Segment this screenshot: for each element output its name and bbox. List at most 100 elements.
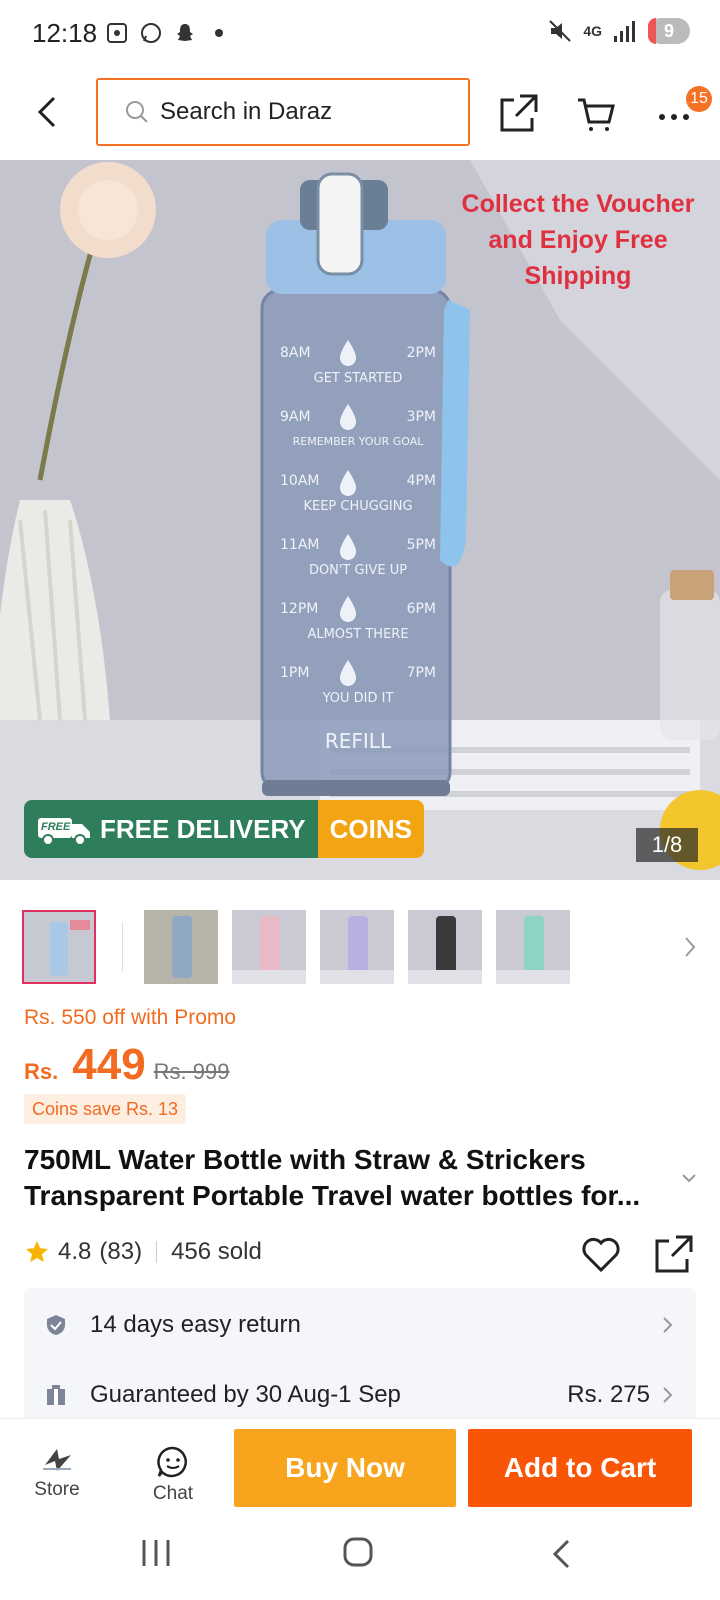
free-delivery-banner: FREE FREE DELIVERY COINS	[24, 800, 424, 858]
store-label: Store	[34, 1479, 80, 1500]
mark-left-time: 10AM	[280, 473, 320, 489]
product-title-line: Transparent Portable Travel water bottle…	[24, 1180, 641, 1211]
cart-button[interactable]	[576, 94, 616, 134]
voucher-line: and Enjoy Free	[488, 226, 668, 254]
mark-right-time: 7PM	[406, 665, 436, 681]
return-policy-label: 14 days easy return	[90, 1311, 301, 1338]
delivery-box-icon	[44, 1383, 68, 1407]
top-nav: Search in Daraz 15	[0, 66, 720, 158]
voucher-line: Collect the Voucher	[461, 190, 695, 218]
battery-level: 9	[663, 20, 674, 41]
coins-save-badge: Coins save Rs. 13	[24, 1094, 187, 1124]
wishlist-heart-button[interactable]	[580, 1234, 622, 1274]
bottle-mark: 8AM 2PM GET STARTED	[280, 345, 436, 409]
image-page-indicator: 1/8	[636, 828, 698, 862]
thumbnail[interactable]	[408, 910, 482, 984]
mark-left-time: 1PM	[280, 665, 310, 681]
refill-label: REFILL	[324, 729, 392, 753]
chevron-right-icon[interactable]	[682, 932, 700, 962]
mark-right-time: 3PM	[406, 409, 436, 425]
mark-caption: ALMOST THERE	[307, 627, 409, 642]
status-right: 4G 9	[547, 18, 690, 44]
search-icon	[124, 99, 150, 125]
network-label: 4G	[583, 23, 602, 39]
mark-right-time: 4PM	[406, 473, 436, 489]
mark-right-time: 2PM	[406, 345, 436, 361]
chat-button[interactable]: Chat	[144, 1445, 202, 1515]
service-info-card: 14 days easy return Guaranteed by 30 Aug…	[24, 1288, 696, 1426]
signal-icon	[612, 18, 638, 44]
add-to-cart-button[interactable]: Add to Cart	[468, 1429, 692, 1507]
original-price: Rs. 999	[153, 1059, 230, 1084]
snapchat-icon	[172, 20, 198, 46]
divider	[156, 1241, 158, 1263]
delivery-fee: Rs. 275	[567, 1381, 650, 1408]
chevron-down-icon[interactable]	[680, 1170, 698, 1186]
thumbnail[interactable]	[144, 910, 218, 984]
voucher-line: Shipping	[524, 262, 632, 290]
coins-label: COINS	[317, 800, 424, 858]
thumbnail[interactable]	[22, 910, 96, 984]
bottle-mark: 9AM 3PM REMEMBER YOUR GOAL	[280, 409, 436, 473]
bottom-action-bar: Store Chat Buy Now Add to Cart	[0, 1418, 720, 1518]
thumbnail[interactable]	[496, 910, 570, 984]
chat-icon	[156, 1445, 190, 1479]
bottle-mark: 12PM 6PM ALMOST THERE	[280, 601, 436, 665]
chevron-right-icon	[662, 1385, 674, 1405]
mark-caption: GET STARTED	[313, 371, 403, 386]
price-row: Rs. 449 Rs. 999	[24, 1040, 230, 1090]
mark-right-time: 5PM	[406, 537, 436, 553]
buy-now-button[interactable]: Buy Now	[234, 1429, 456, 1507]
chevron-right-icon	[662, 1315, 674, 1335]
back-button[interactable]	[30, 92, 66, 132]
price-currency: Rs.	[24, 1059, 59, 1084]
shield-check-icon	[44, 1313, 68, 1337]
voucher-promo-text: Collect the Voucher and Enjoy Free Shipp…	[446, 186, 710, 294]
rating-count: (83)	[99, 1238, 143, 1265]
bottle-mark: 11AM 5PM DON'T GIVE UP	[280, 537, 436, 601]
bottle-mark: 10AM 4PM KEEP CHUGGING	[280, 473, 436, 537]
share-icon[interactable]	[654, 1234, 694, 1274]
rating-row[interactable]: 4.8 (83) 456 sold	[24, 1238, 262, 1266]
dot-icon	[206, 20, 232, 46]
status-bar: 12:18 4G 9	[0, 0, 720, 66]
thumbnail[interactable]	[320, 910, 394, 984]
return-policy-row[interactable]: 14 days easy return	[24, 1292, 696, 1358]
system-navigation-bar	[0, 1518, 720, 1600]
mark-caption: YOU DID IT	[322, 691, 394, 706]
mark-caption: REMEMBER YOUR GOAL	[292, 435, 424, 448]
truck-icon: FREE	[36, 812, 92, 846]
system-back-button[interactable]	[550, 1538, 572, 1570]
star-icon	[24, 1239, 50, 1265]
bottle-mark: 1PM 7PM YOU DID IT	[280, 665, 436, 729]
status-time: 12:18	[32, 18, 98, 48]
mark-left-time: 12PM	[280, 601, 319, 617]
store-button[interactable]: Store	[30, 1445, 84, 1515]
mark-caption: DON'T GIVE UP	[308, 563, 408, 578]
mark-left-time: 11AM	[280, 537, 320, 553]
thumbnail-divider	[122, 922, 123, 972]
product-title[interactable]: 750ML Water Bottle with Straw & Stricker…	[24, 1142, 664, 1214]
thumbnail[interactable]	[232, 910, 306, 984]
sold-count: 456 sold	[171, 1238, 262, 1265]
delivery-guarantee-label: Guaranteed by 30 Aug-1 Sep	[90, 1381, 401, 1408]
free-delivery-section: FREE FREE DELIVERY	[24, 800, 318, 858]
search-input[interactable]: Search in Daraz	[96, 78, 470, 146]
home-button[interactable]	[342, 1536, 374, 1568]
notification-icons	[104, 20, 232, 46]
battery-indicator: 9	[648, 18, 690, 44]
rating-score: 4.8	[58, 1238, 92, 1265]
recent-apps-button[interactable]	[140, 1538, 172, 1568]
price-value: 449	[72, 1040, 146, 1089]
product-image-carousel[interactable]: 8AM 2PM GET STARTED 9AM 3PM REMEMBER YOU…	[0, 160, 720, 880]
free-badge: FREE	[41, 821, 71, 833]
mark-left-time: 9AM	[280, 409, 311, 425]
bottle-hour-marks: 8AM 2PM GET STARTED 9AM 3PM REMEMBER YOU…	[280, 345, 436, 753]
promo-discount[interactable]: Rs. 550 off with Promo	[24, 1006, 236, 1030]
screenshot-icon	[104, 20, 130, 46]
store-logo-icon	[37, 1445, 77, 1475]
whatsapp-icon	[138, 20, 164, 46]
chat-label: Chat	[152, 1483, 194, 1504]
share-button[interactable]	[498, 92, 540, 134]
cart-count-badge: 15	[686, 86, 712, 112]
